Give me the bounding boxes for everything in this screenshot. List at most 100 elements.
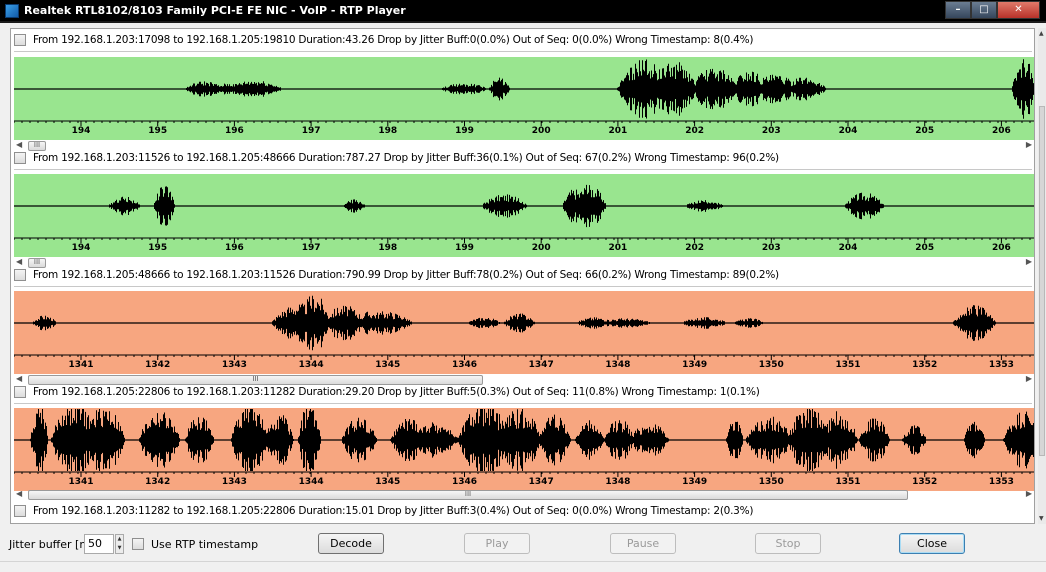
time-tick-label: 194	[71, 243, 91, 253]
scroll-left-icon[interactable]: ◀	[16, 489, 22, 498]
time-tick-label: 1346	[451, 477, 478, 487]
time-tick-label: 206	[991, 243, 1011, 253]
stream-select-checkbox[interactable]	[14, 505, 26, 517]
use-rtp-timestamp-checkbox[interactable]	[132, 538, 144, 550]
stream-select-checkbox[interactable]	[14, 269, 26, 281]
vertical-scroll-thumb[interactable]	[1039, 106, 1045, 456]
time-tick-label: 1344	[298, 360, 324, 370]
decode-button[interactable]: Decode	[318, 533, 384, 554]
time-tick-label: 197	[301, 243, 321, 253]
time-tick-label: 1345	[375, 360, 401, 370]
maximize-icon[interactable]: □	[971, 1, 997, 19]
window-controls: – □ ✕	[945, 1, 1040, 19]
time-tick-label: 206	[991, 126, 1011, 136]
control-bar: Jitter buffer [ms] 50 ▲ ▼ Use RTP timesta…	[0, 530, 1046, 560]
stop-button[interactable]: Stop	[755, 533, 821, 554]
time-tick-label: 1348	[605, 360, 631, 370]
vertical-scrollbar[interactable]: ▲ ▼	[1038, 28, 1046, 524]
time-tick-label: 1352	[912, 360, 938, 370]
time-tick-label: 1350	[758, 477, 784, 487]
time-tick-label: 204	[838, 243, 858, 253]
status-bar	[0, 561, 1046, 572]
stream-info: From 192.168.1.203:17098 to 192.168.1.20…	[33, 34, 754, 46]
time-tick-label: 201	[608, 243, 628, 253]
time-tick-label: 205	[915, 126, 935, 136]
time-tick-label: 196	[224, 243, 244, 253]
time-tick-label: 204	[838, 126, 858, 136]
scroll-thumb[interactable]: III	[28, 490, 908, 500]
jitter-buffer-input[interactable]: 50	[84, 534, 114, 554]
time-tick-label: 203	[761, 243, 781, 253]
time-tick-label: 1351	[835, 477, 861, 487]
stream-header: From 192.168.1.203:11282 to 192.168.1.20…	[14, 503, 753, 519]
stream-select-checkbox[interactable]	[14, 152, 26, 164]
scroll-right-icon[interactable]: ▶	[1026, 257, 1032, 266]
window-title: Realtek RTL8102/8103 Family PCI-E FE NIC…	[24, 4, 406, 17]
scroll-right-icon[interactable]: ▶	[1026, 489, 1032, 498]
minimize-icon[interactable]: –	[945, 1, 971, 19]
time-tick-label: 203	[761, 126, 781, 136]
scroll-up-icon[interactable]: ▲	[1039, 30, 1044, 37]
stream-info: From 192.168.1.203:11282 to 192.168.1.20…	[33, 505, 754, 517]
time-tick-label: 1347	[528, 360, 554, 370]
stream-header: From 192.168.1.205:48666 to 192.168.1.20…	[14, 267, 779, 283]
time-tick-label: 201	[608, 126, 628, 136]
time-tick-label: 195	[148, 126, 168, 136]
time-tick-label: 1349	[682, 477, 708, 487]
divider	[14, 51, 1032, 52]
stream-header: From 192.168.1.203:17098 to 192.168.1.20…	[14, 32, 753, 48]
time-tick-label: 1344	[298, 477, 324, 487]
time-tick-label: 1343	[221, 360, 247, 370]
waveform-panel[interactable]: 194 195 196 197 198 199 200 201 202 203 204 205 206	[14, 174, 1034, 257]
time-tick-label: 197	[301, 126, 321, 136]
time-tick-label: 1353	[988, 360, 1014, 370]
time-tick-label: 1348	[605, 477, 631, 487]
stream-info: From 192.168.1.203:11526 to 192.168.1.20…	[33, 152, 779, 164]
scroll-left-icon[interactable]: ◀	[16, 140, 22, 149]
time-tick-label: 194	[71, 126, 91, 136]
app-icon	[5, 4, 19, 18]
scroll-left-icon[interactable]: ◀	[16, 374, 22, 383]
close-button[interactable]: Close	[899, 533, 965, 554]
time-tick-label: 1353	[988, 477, 1014, 487]
time-tick-label: 198	[378, 243, 398, 253]
stream-info: From 192.168.1.205:22806 to 192.168.1.20…	[33, 386, 760, 398]
scroll-down-icon[interactable]: ▼	[1039, 515, 1044, 522]
waveform-panel[interactable]: 194 195 196 197 198 199 200 201 202 203 204 205 206	[14, 57, 1034, 140]
time-tick-label: 200	[531, 126, 551, 136]
divider	[14, 169, 1032, 170]
time-tick-label: 1350	[758, 360, 784, 370]
time-tick-label: 1351	[835, 360, 861, 370]
time-tick-label: 1347	[528, 477, 554, 487]
stream-info: From 192.168.1.205:48666 to 192.168.1.20…	[33, 269, 779, 281]
time-tick-label: 196	[224, 126, 244, 136]
waveform-scrollbar[interactable]: ◀ III ▶	[14, 489, 1034, 502]
time-tick-label: 1346	[451, 360, 478, 370]
time-tick-label: 198	[378, 126, 398, 136]
scroll-left-icon[interactable]: ◀	[16, 257, 22, 266]
time-tick-label: 202	[685, 126, 704, 136]
waveform-panel[interactable]: 1341 1342 1343 1344 1345 1346 1347 1348 1349 1350…	[14, 408, 1034, 491]
rtp-player-window: Realtek RTL8102/8103 Family PCI-E FE NIC…	[0, 0, 1046, 572]
use-rtp-timestamp-label: Use RTP timestamp	[151, 538, 259, 551]
time-tick-label: 1342	[145, 360, 171, 370]
scroll-right-icon[interactable]: ▶	[1026, 140, 1032, 149]
time-tick-label: 1342	[145, 477, 171, 487]
title-bar: Realtek RTL8102/8103 Family PCI-E FE NIC…	[0, 0, 1046, 23]
close-window-icon[interactable]: ✕	[997, 1, 1040, 19]
pause-button[interactable]: Pause	[610, 533, 676, 554]
scroll-right-icon[interactable]: ▶	[1026, 374, 1032, 383]
jitter-spinner[interactable]: ▲ ▼	[115, 534, 124, 554]
time-tick-label: 1349	[682, 360, 708, 370]
time-tick-label: 1345	[375, 477, 401, 487]
time-tick-label: 1343	[221, 477, 247, 487]
stream-select-checkbox[interactable]	[14, 386, 26, 398]
time-tick-label: 199	[455, 243, 474, 253]
waveform-panel[interactable]: 1341 1342 1343 1344 1345 1346 1347 1348 1349 1350…	[14, 291, 1034, 374]
stream-header: From 192.168.1.205:22806 to 192.168.1.20…	[14, 384, 760, 400]
stream-select-checkbox[interactable]	[14, 34, 26, 46]
time-tick-label: 205	[915, 243, 935, 253]
play-button[interactable]: Play	[464, 533, 530, 554]
time-tick-label: 195	[148, 243, 168, 253]
time-tick-label: 199	[455, 126, 474, 136]
